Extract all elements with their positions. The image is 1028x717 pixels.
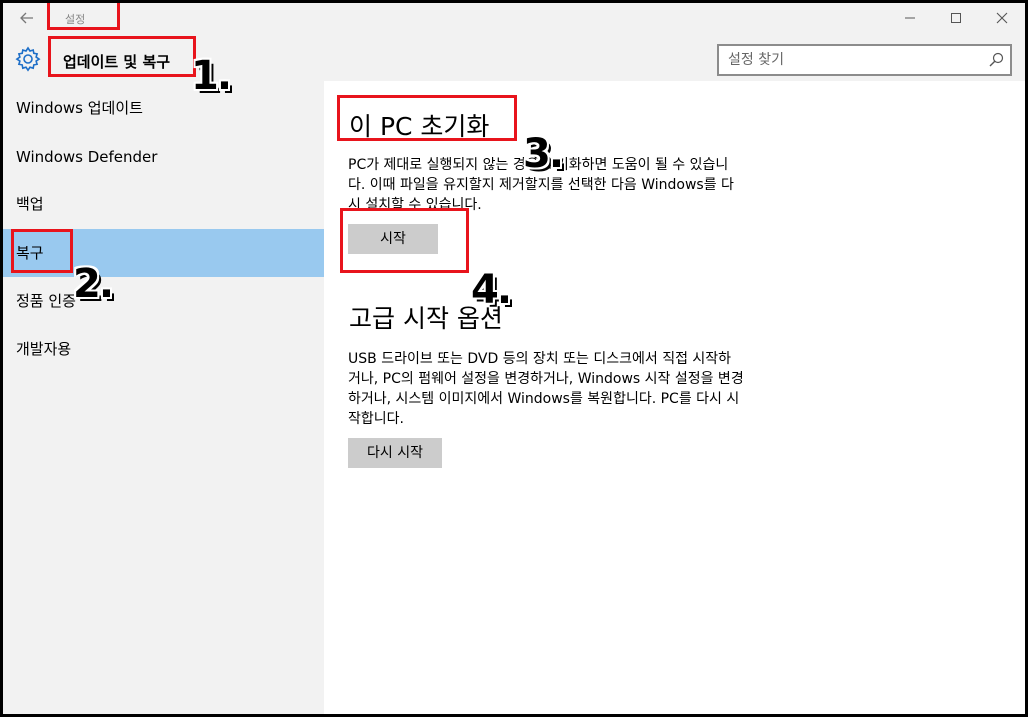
close-button[interactable] [979,3,1025,33]
annotation-box-start-button [340,208,469,273]
maximize-button[interactable] [933,3,979,33]
advanced-startup-description: USB 드라이브 또는 DVD 등의 장치 또는 디스크에서 직접 시작하 거나… [348,351,744,427]
gear-icon [15,46,41,72]
title-bar: 설정 [3,3,1025,33]
annotation-step-4: 4. [471,267,512,313]
annotation-step-1: 1. [191,53,232,99]
annotation-step-2: 2. [73,261,114,307]
minimize-icon [905,17,915,19]
reset-pc-description: PC가 제대로 실행되지 않는 경우 초기화하면 도움이 될 수 있습니 다. … [348,157,734,213]
main-content: 이 PC 초기화 PC가 제대로 실행되지 않는 경우 초기화하면 도움이 될 … [324,81,1025,714]
back-arrow-icon [20,12,33,24]
settings-window: 설정 업데이트 및 복구 Windows 업데이트 Wind [3,3,1025,714]
sidebar-item-activation[interactable]: 정품 인증 [3,277,324,325]
back-button[interactable] [15,7,39,29]
search-input[interactable] [719,46,979,74]
restart-now-button[interactable]: 다시 시작 [348,438,442,468]
annotation-box-title [47,3,120,30]
annotation-step-3: 3. [523,131,564,177]
search-box[interactable] [717,44,1012,76]
annotation-box-reset-title [337,95,517,141]
sidebar-item-windows-defender[interactable]: Windows Defender [3,133,324,181]
sidebar: Windows 업데이트 Windows Defender 백업 복구 정품 인… [3,81,324,714]
maximize-icon [951,13,961,23]
search-icon[interactable] [988,52,1004,68]
annotation-box-section [48,36,196,77]
close-icon [996,12,1008,24]
sidebar-item-backup[interactable]: 백업 [3,180,324,228]
sidebar-item-for-developers[interactable]: 개발자용 [3,325,324,373]
sidebar-item-windows-update[interactable]: Windows 업데이트 [3,84,324,132]
minimize-button[interactable] [887,3,933,33]
annotation-box-recovery [11,229,73,273]
